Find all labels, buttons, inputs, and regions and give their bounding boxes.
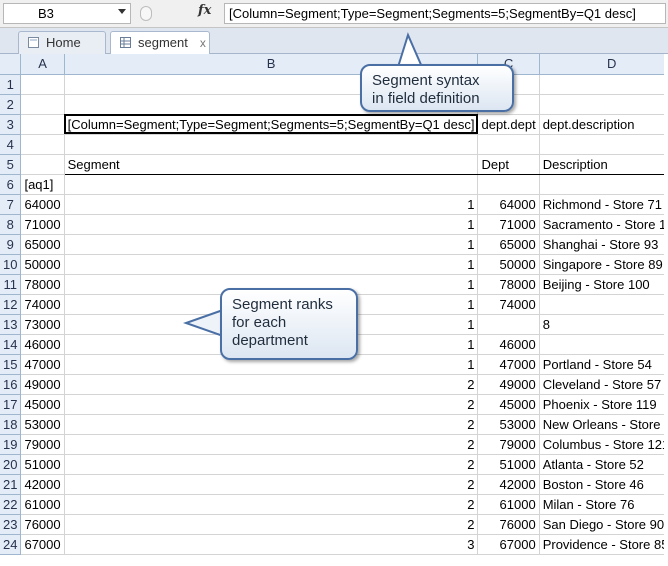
sheet-frame [664,54,668,566]
callout-line: for each [232,314,287,331]
ranks-callout: Segment ranks for each department [220,288,358,360]
callout-line: Segment ranks [232,296,333,313]
callout-line: department [232,332,308,349]
ranks-callout-pointer [182,308,224,338]
